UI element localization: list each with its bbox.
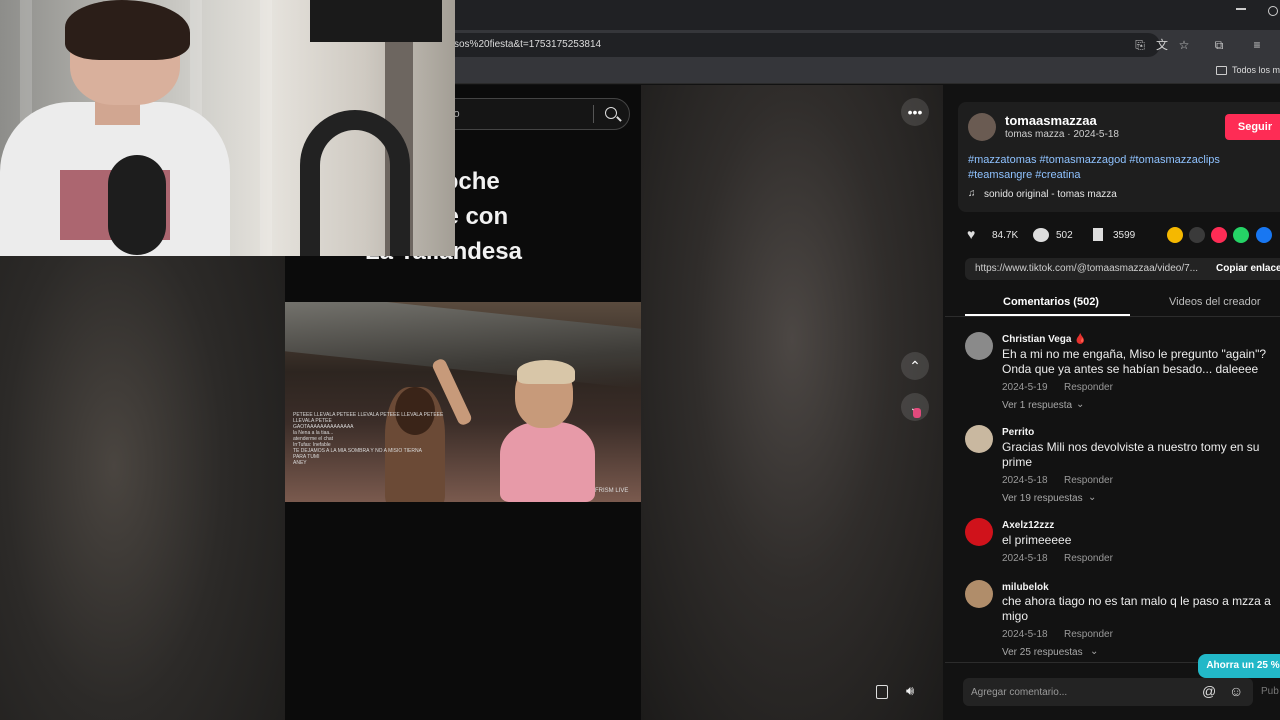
facebook-icon[interactable]: [1256, 227, 1272, 243]
restore-icon[interactable]: [1268, 6, 1278, 16]
previous-video-icon[interactable]: ⌃: [901, 352, 929, 380]
creator-avatar[interactable]: [968, 113, 996, 141]
whatsapp-icon[interactable]: [1233, 227, 1249, 243]
floating-player-icon[interactable]: [876, 685, 888, 699]
comments-count: 502: [1056, 230, 1073, 241]
bookmark-icon[interactable]: [1093, 228, 1103, 241]
webcam-overlay: [0, 0, 455, 256]
comment-avatar[interactable]: [965, 580, 993, 608]
mention-icon[interactable]: @: [1202, 683, 1216, 699]
comment-avatar[interactable]: [965, 332, 993, 360]
comment-date: 2024-5-18: [1002, 629, 1048, 640]
saves-count: 3599: [1113, 230, 1136, 241]
search-icon-handle: [616, 116, 622, 122]
clip-watermark: FRISM LIVE: [595, 488, 629, 494]
comment-author[interactable]: Christian Vega 🩸: [1002, 334, 1087, 345]
tabs-divider: [945, 316, 1280, 317]
bookmark-star-icon[interactable]: ☆: [1177, 38, 1191, 52]
reply-button[interactable]: Responder: [1064, 553, 1113, 564]
view-replies-link[interactable]: Ver 19 respuestas: [1002, 493, 1083, 504]
comment-avatar[interactable]: [965, 425, 993, 453]
curtain-fold: [260, 0, 272, 256]
search-divider: [593, 105, 594, 123]
clip-roof: [285, 302, 641, 389]
post-comment-button[interactable]: Pub: [1261, 686, 1279, 697]
creator-username[interactable]: tomaasmazzaa: [1005, 113, 1097, 128]
emoji-icon[interactable]: ☺: [1229, 683, 1243, 699]
reply-button[interactable]: Responder: [1064, 629, 1113, 640]
mic-arm: [300, 110, 410, 256]
comment-author[interactable]: milubelok: [1002, 582, 1049, 593]
chevron-down-icon[interactable]: ⌄: [1090, 646, 1098, 657]
address-bar[interactable]: sos%20fiesta&t=1753175253814: [440, 33, 1160, 57]
embed-icon[interactable]: [1189, 227, 1205, 243]
comment-date: 2024-5-18: [1002, 475, 1048, 486]
hashtags-line-2[interactable]: #teamsangre #creatina: [968, 168, 1220, 183]
chat-line: ANEY: [293, 460, 307, 466]
clip-person-right-hair: [517, 360, 575, 384]
person-hair: [65, 0, 190, 60]
minimize-icon[interactable]: [1236, 8, 1246, 10]
share-repost-icon[interactable]: [1167, 227, 1183, 243]
tab-creator-videos[interactable]: Videos del creador: [1169, 296, 1261, 308]
reply-button[interactable]: Responder: [1064, 382, 1113, 393]
comment-placeholder: Agregar comentario...: [971, 687, 1068, 698]
video-clip-frame: PETEEE LLEVALA PETEEE LLEVALA PETEEE LLE…: [285, 302, 641, 502]
promo-badge[interactable]: Ahorra un 25 %: [1198, 654, 1280, 678]
follow-button[interactable]: Seguir: [1225, 114, 1280, 140]
volume-icon[interactable]: 🔊︎: [906, 683, 914, 699]
tab-comments[interactable]: Comentarios (502): [1003, 296, 1099, 308]
comment-date: 2024-5-18: [1002, 553, 1048, 564]
extensions-icon[interactable]: ⧉: [1212, 38, 1226, 52]
chevron-down-icon[interactable]: ⌄: [1076, 399, 1084, 410]
clip-person-right: [500, 422, 595, 502]
copy-link-button[interactable]: Copiar enlace: [1216, 263, 1280, 274]
blurred-backdrop-right: [641, 85, 943, 720]
reply-button[interactable]: Responder: [1064, 475, 1113, 486]
sound-label[interactable]: sonido original - tomas mazza: [984, 189, 1117, 200]
cursor-icon: [913, 408, 921, 418]
comment-author[interactable]: Perrito: [1002, 427, 1034, 438]
search-input[interactable]: lo: [430, 98, 630, 130]
view-replies-link[interactable]: Ver 25 respuestas: [1002, 647, 1083, 658]
comment-text: Gracias Mili nos devolviste a nuestro to…: [1002, 440, 1260, 469]
send-icon[interactable]: [1211, 227, 1227, 243]
folder-icon[interactable]: [1216, 66, 1227, 75]
address-url: sos%20fiesta&t=1753175253814: [454, 39, 602, 50]
comment-avatar[interactable]: [965, 518, 993, 546]
heart-icon[interactable]: ♥: [967, 226, 975, 242]
microphone: [108, 155, 166, 255]
more-options-icon[interactable]: •••: [901, 98, 929, 126]
comment-text: el primeeeee: [1002, 533, 1072, 547]
comment-author[interactable]: Axelz12zzz: [1002, 520, 1054, 531]
music-note-icon: ♫: [968, 188, 976, 199]
clip-chat-overlay: PETEEE LLEVALA PETEEE LLEVALA PETEEE LLE…: [293, 412, 443, 466]
translate-icon[interactable]: 文: [1155, 38, 1169, 52]
comment-icon[interactable]: [1033, 228, 1049, 242]
bookmarks-all-label[interactable]: Todos los ma: [1232, 65, 1280, 75]
likes-count: 84.7K: [992, 230, 1019, 241]
view-replies-link[interactable]: Ver 1 respuesta: [1002, 400, 1072, 411]
hashtags-line-1[interactable]: #mazzatomas #tomasmazzagod #tomasmazzacl…: [968, 153, 1220, 168]
comment-text: che ahora tiago no es tan malo q le paso…: [1002, 594, 1271, 623]
chevron-down-icon[interactable]: ⌄: [1088, 492, 1096, 503]
video-link-url: https://www.tiktok.com/@tomaasmazzaa/vid…: [975, 263, 1199, 274]
media-icon[interactable]: ≡: [1250, 38, 1264, 52]
comment-date: 2024-5-19: [1002, 382, 1048, 393]
creator-display: tomas mazza · 2024-5-18: [1005, 129, 1119, 140]
tv-screen: [310, 0, 442, 42]
install-icon[interactable]: ⎘: [1133, 38, 1147, 52]
comment-text: Eh a mi no me engaña, Miso le pregunto "…: [1002, 347, 1267, 376]
hashtags[interactable]: #mazzatomas #tomasmazzagod #tomasmazzacl…: [968, 153, 1220, 183]
